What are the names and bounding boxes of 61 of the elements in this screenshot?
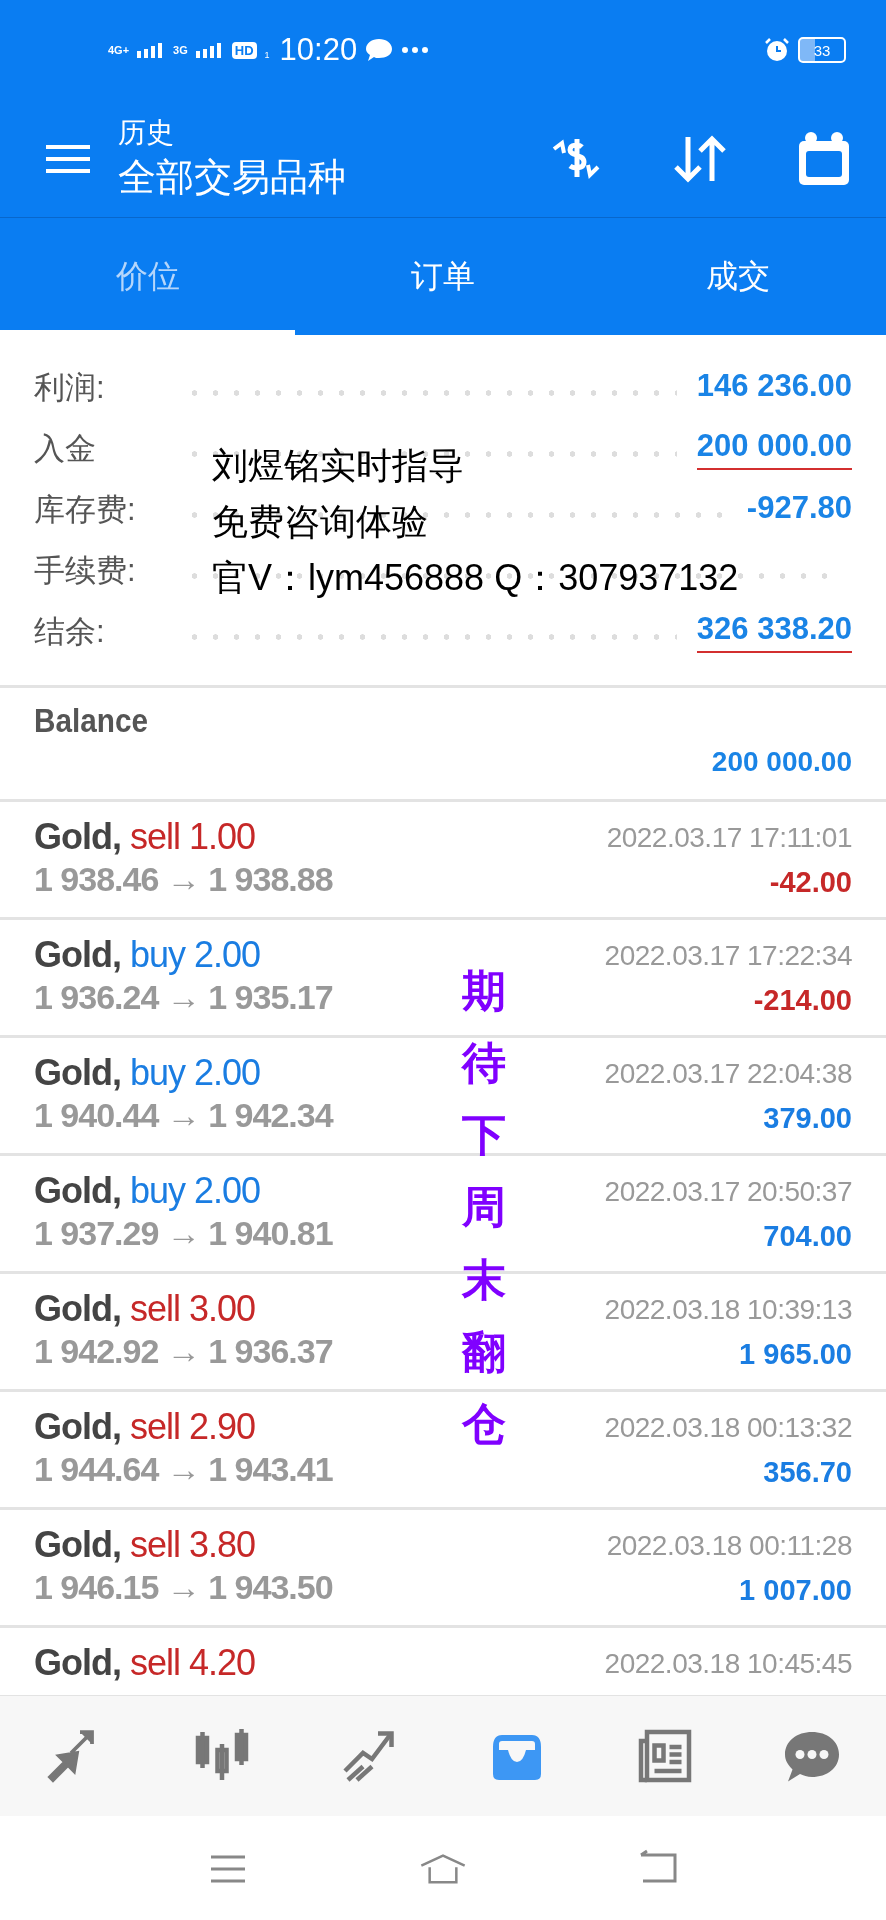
overlay-caption: 免费咨询体验: [212, 500, 428, 544]
sim-label: 1: [264, 50, 270, 60]
deal-title: Gold, sell 4.20: [34, 1642, 256, 1684]
deal-profit: 1 965.00: [739, 1338, 852, 1371]
deal-profit: 704.00: [763, 1220, 852, 1253]
deal-time: 2022.03.17 20:50:37: [604, 1176, 852, 1209]
overlay-caption: 官V：lym456888 Q：307937132: [212, 556, 739, 600]
tab[interactable]: 成交: [590, 218, 886, 335]
deal-prices: 1 937.29 → 1 940.81: [34, 1214, 333, 1253]
tab[interactable]: 订单: [295, 218, 591, 335]
alarm-clock-icon: [764, 37, 790, 63]
overlay-caption: 刘煜铭实时指导: [212, 444, 464, 488]
summary-label: 入金: [34, 429, 97, 468]
deal-title: Gold, sell 1.00: [34, 816, 257, 858]
balance-value: 200 000.00: [711, 746, 852, 778]
deal-prices: 1 938.46 → 1 938.88: [34, 860, 333, 899]
chat-bubble-icon: [365, 38, 394, 62]
deal-title: Gold, sell 3.00: [34, 1288, 257, 1330]
deal-prices: 1 940.44 → 1 942.34: [34, 1096, 333, 1135]
hd-badge: HD: [231, 41, 257, 59]
battery-indicator: 33: [798, 37, 846, 63]
signal-icon: [195, 42, 224, 58]
deal-time: 2022.03.18 10:39:13: [604, 1294, 852, 1327]
deal-profit: 1 007.00: [739, 1574, 852, 1607]
deal-prices: 1 946.15 → 1 943.50: [34, 1568, 333, 1607]
deal-title: Gold, sell 2.90: [34, 1406, 257, 1448]
deal-profit: -214.00: [753, 984, 852, 1017]
deal-title: Gold, sell 3.80: [34, 1524, 257, 1566]
deal-prices: 1 944.64 → 1 943.41: [34, 1450, 333, 1489]
tab[interactable]: 价位: [0, 218, 296, 335]
summary-value: 200 000.00: [696, 427, 852, 470]
clock: 10:20: [279, 32, 358, 68]
summary-label: 利润:: [34, 368, 106, 407]
deal-time: 2022.03.17 17:11:01: [606, 822, 852, 855]
network-label: 3G: [173, 44, 188, 56]
screen-title[interactable]: 全部交易品种: [118, 152, 482, 203]
network-label: 4G+: [108, 44, 130, 56]
summary-value: -927.80: [746, 489, 852, 527]
more-icon: [401, 46, 430, 54]
menu-icon[interactable]: [46, 142, 90, 175]
deal-title: Gold, buy 2.00: [34, 1170, 262, 1212]
deal-time: 2022.03.18 00:11:28: [606, 1530, 852, 1563]
summary-value: 146 236.00: [696, 367, 852, 405]
deal-time: 2022.03.18 10:45:45: [604, 1648, 852, 1681]
screen-subtitle: 历史: [118, 116, 175, 150]
balance-label: Balance: [34, 702, 149, 740]
deal-profit: -42.00: [769, 866, 852, 899]
deal-profit: 356.70: [763, 1456, 852, 1489]
deal-title: Gold, buy 2.00: [34, 1052, 262, 1094]
deal-time: 2022.03.18 00:13:32: [604, 1412, 852, 1445]
deal-time: 2022.03.17 17:22:34: [604, 940, 852, 973]
vertical-caption: 期待下周末翻仓: [462, 965, 506, 1450]
deal-profit: 379.00: [763, 1102, 852, 1135]
summary-label: 结余:: [34, 612, 106, 651]
deal-time: 2022.03.17 22:04:38: [604, 1058, 852, 1091]
summary-value: 326 338.20: [696, 610, 852, 653]
deal-title: Gold, buy 2.00: [34, 934, 262, 976]
deal-prices: 1 936.24 → 1 935.17: [34, 978, 333, 1017]
deal-prices: 1 942.92 → 1 936.37: [34, 1332, 333, 1371]
summary-label: 手续费:: [34, 551, 137, 590]
summary-label: 库存费:: [34, 490, 137, 529]
